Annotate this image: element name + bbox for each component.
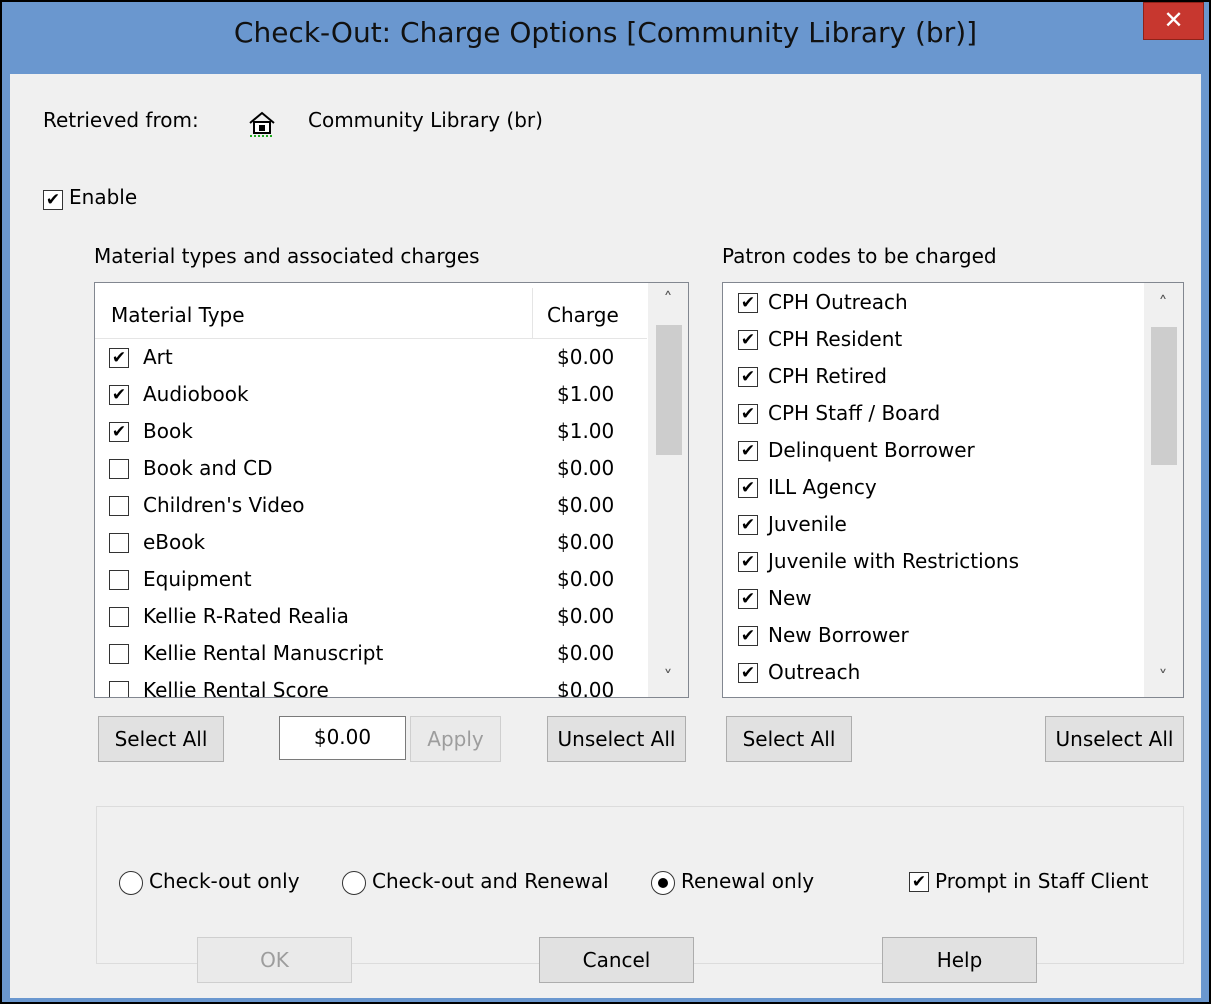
prompt-staff-client-label[interactable]: Prompt in Staff Client: [935, 869, 1149, 893]
scroll-thumb[interactable]: [656, 325, 682, 455]
material-checkbox[interactable]: [109, 459, 129, 479]
ok-button[interactable]: OK: [197, 937, 352, 983]
material-charge-value: $0.00: [557, 604, 615, 628]
material-charge-value: $0.00: [557, 641, 615, 665]
patron-code-name: Juvenile with Restrictions: [768, 549, 1020, 573]
window-title: Check-Out: Charge Options [Community Lib…: [233, 16, 978, 49]
scroll-down-icon[interactable]: ˅: [1150, 667, 1176, 688]
close-button[interactable]: ✕: [1143, 2, 1204, 40]
checkout-and-renewal-label[interactable]: Check-out and Renewal: [372, 869, 609, 893]
enable-checkbox[interactable]: [43, 190, 63, 210]
patron-code-checkbox[interactable]: [738, 478, 758, 498]
patron-code-name: New Borrower: [768, 623, 909, 647]
material-type-name: Art: [143, 345, 173, 369]
patrons-heading: Patron codes to be charged: [722, 244, 997, 268]
scroll-up-icon[interactable]: ˄: [1150, 293, 1176, 314]
patron-code-name: ILL Agency: [768, 475, 877, 499]
library-building-icon: [249, 111, 275, 137]
retrieved-from-value: Community Library (br): [308, 108, 543, 132]
radio-renewal-only[interactable]: [651, 871, 675, 895]
material-type-name: eBook: [143, 530, 206, 554]
patron-code-checkbox[interactable]: [738, 552, 758, 572]
charge-amount-input[interactable]: $0.00: [279, 716, 406, 760]
patron-code-name: Delinquent Borrower: [768, 438, 975, 462]
scroll-up-icon[interactable]: ˄: [655, 289, 681, 310]
prompt-staff-client-checkbox[interactable]: [909, 872, 929, 892]
patron-code-checkbox[interactable]: [738, 626, 758, 646]
material-type-name: Audiobook: [143, 382, 249, 406]
patron-code-name: CPH Outreach: [768, 290, 908, 314]
material-checkbox[interactable]: [109, 348, 129, 368]
help-button[interactable]: Help: [882, 937, 1037, 983]
material-type-name: Book and CD: [143, 456, 273, 480]
cancel-button[interactable]: Cancel: [539, 937, 694, 983]
apply-button[interactable]: Apply: [410, 716, 501, 762]
patron-code-checkbox[interactable]: [738, 441, 758, 461]
material-type-name: Children's Video: [143, 493, 305, 517]
material-charge-value: $0.00: [557, 678, 615, 698]
material-type-name: Kellie Rental Manuscript: [143, 641, 384, 665]
retrieved-from-label: Retrieved from:: [43, 108, 199, 132]
scroll-thumb[interactable]: [1151, 327, 1177, 465]
patron-code-checkbox[interactable]: [738, 663, 758, 683]
materials-heading: Material types and associated charges: [94, 244, 480, 268]
material-type-name: Book: [143, 419, 193, 443]
material-checkbox[interactable]: [109, 644, 129, 664]
patron-code-name: Juvenile: [768, 512, 847, 536]
material-charge-value: $0.00: [557, 493, 615, 517]
materials-unselect-all-button[interactable]: Unselect All: [547, 716, 686, 762]
material-checkbox[interactable]: [109, 533, 129, 553]
materials-select-all-button[interactable]: Select All: [98, 716, 224, 762]
close-icon: ✕: [1163, 6, 1184, 34]
material-checkbox[interactable]: [109, 607, 129, 627]
material-charge-value: $0.00: [557, 567, 615, 591]
patrons-unselect-all-button[interactable]: Unselect All: [1045, 716, 1184, 762]
renewal-only-label[interactable]: Renewal only: [681, 869, 814, 893]
radio-checkout-only[interactable]: [119, 871, 143, 895]
patron-code-checkbox[interactable]: [738, 589, 758, 609]
material-charge-value: $0.00: [557, 345, 615, 369]
material-charge-value: $0.00: [557, 456, 615, 480]
materials-list[interactable]: Material Type Charge Art $0.00 Audiobook $1…: [94, 282, 689, 698]
checkout-only-label[interactable]: Check-out only: [149, 869, 300, 893]
patron-code-name: CPH Staff / Board: [768, 401, 941, 425]
materials-scrollbar[interactable]: ˄ ˅: [648, 283, 688, 697]
patron-code-checkbox[interactable]: [738, 515, 758, 535]
patrons-select-all-button[interactable]: Select All: [726, 716, 852, 762]
enable-label: Enable: [69, 185, 138, 209]
patron-code-name: CPH Retired: [768, 364, 887, 388]
patrons-list[interactable]: CPH Outreach CPH Resident CPH Retired CPH S…: [722, 282, 1184, 698]
patron-code-name: CPH Resident: [768, 327, 903, 351]
material-type-name: Kellie R-Rated Realia: [143, 604, 349, 628]
scroll-down-icon[interactable]: ˅: [655, 667, 681, 688]
patron-code-checkbox[interactable]: [738, 404, 758, 424]
header-separator: [95, 338, 647, 339]
material-checkbox[interactable]: [109, 422, 129, 442]
material-charge-value: $1.00: [557, 382, 615, 406]
patron-code-name: New: [768, 586, 812, 610]
material-charge-value: $0.00: [557, 530, 615, 554]
patron-code-checkbox[interactable]: [738, 330, 758, 350]
material-checkbox[interactable]: [109, 570, 129, 590]
dialog-window: Check-Out: Charge Options [Community Lib…: [0, 0, 1211, 1004]
material-charge-value: $1.00: [557, 419, 615, 443]
column-divider: [532, 288, 533, 338]
material-checkbox[interactable]: [109, 385, 129, 405]
material-checkbox[interactable]: [109, 496, 129, 516]
patron-code-checkbox[interactable]: [738, 293, 758, 313]
material-type-name: Equipment: [143, 567, 252, 591]
patrons-scrollbar[interactable]: ˄ ˅: [1144, 283, 1183, 697]
radio-checkout-and-renewal[interactable]: [342, 871, 366, 895]
patron-code-name: Outreach: [768, 660, 861, 684]
column-header-charge[interactable]: Charge: [547, 303, 619, 327]
column-header-material-type[interactable]: Material Type: [111, 303, 245, 327]
dialog-body: Retrieved from: Community Library (br) E…: [10, 74, 1201, 998]
patron-code-checkbox-partial[interactable]: [738, 697, 758, 698]
title-bar[interactable]: Check-Out: Charge Options [Community Lib…: [2, 2, 1209, 74]
patron-code-checkbox[interactable]: [738, 367, 758, 387]
material-checkbox[interactable]: [109, 681, 129, 697]
material-type-name: Kellie Rental Score: [143, 678, 329, 698]
